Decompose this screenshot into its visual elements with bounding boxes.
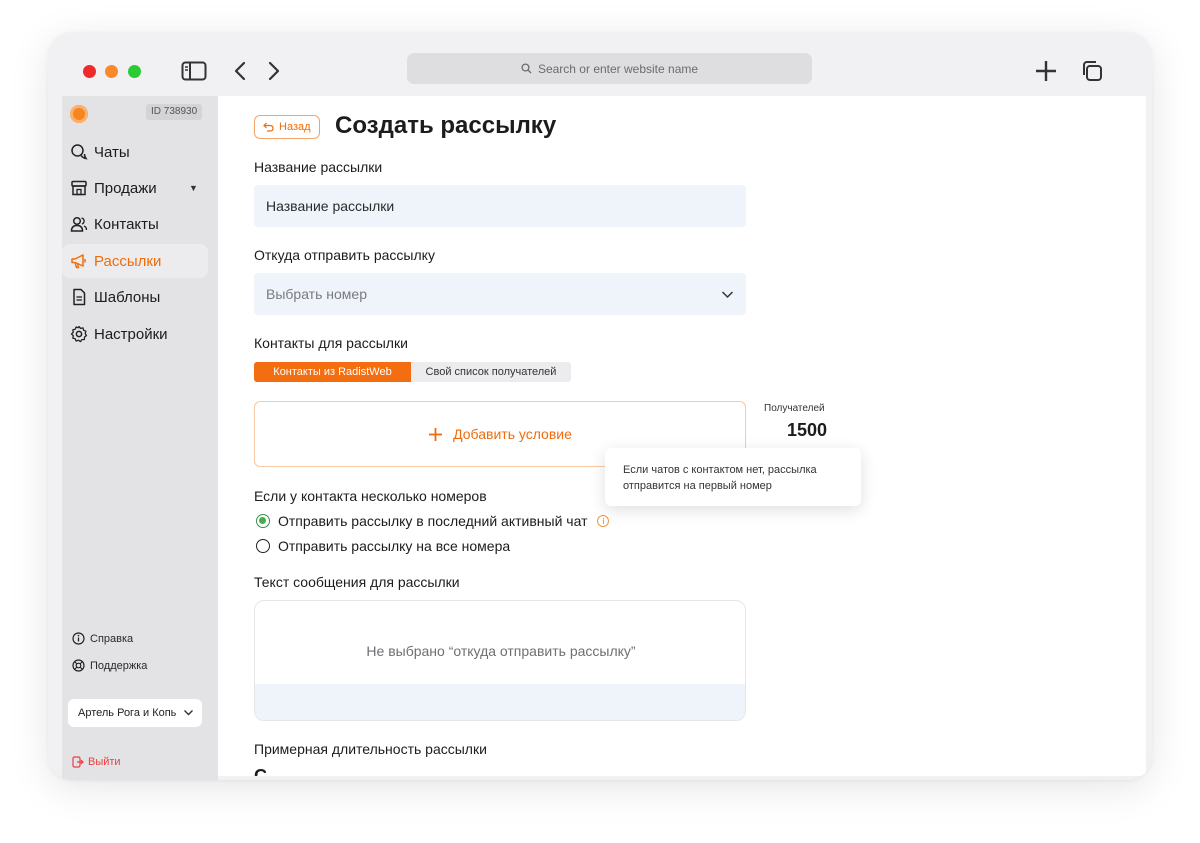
sidebar-item-label: Настройки <box>94 325 168 343</box>
sidebar-item-chats[interactable]: Чаты <box>62 135 208 169</box>
radio-last-label: Отправить рассылку в последний активный … <box>278 513 588 529</box>
company-select[interactable]: Артель Рога и Копыта <box>68 699 202 727</box>
radio-all-numbers[interactable]: Отправить рассылку на все номера <box>256 538 510 554</box>
sidebar-toggle-icon[interactable] <box>180 58 208 84</box>
megaphone-icon <box>71 254 86 269</box>
plus-icon <box>429 427 443 441</box>
contacts-label: Контакты для рассылки <box>254 335 408 351</box>
gear-icon <box>70 325 88 343</box>
sidebar-item-label: Рассылки <box>94 252 162 270</box>
lifebuoy-icon <box>72 659 85 672</box>
info-tooltip: Если чатов с контактом нет, рассылка отп… <box>605 448 861 506</box>
search-icon <box>521 63 532 74</box>
info-icon[interactable]: i <box>597 515 610 527</box>
caret-down-icon: ▼ <box>189 183 198 193</box>
support-link[interactable]: Поддержка <box>72 659 147 672</box>
chevron-down-icon <box>184 710 193 716</box>
sidebar-item-label: Продажи <box>94 179 157 197</box>
mailing-name-input[interactable]: Название рассылки <box>254 185 746 227</box>
message-text-area[interactable]: Не выбрано “откуда отправить рассылку” <box>254 600 746 721</box>
sidebar-item-label: Шаблоны <box>94 288 161 306</box>
logout-label: Выйти <box>88 756 121 768</box>
browser-window: Search or enter website name ID 738930 Ч… <box>48 32 1152 780</box>
chevron-down-icon <box>721 291 734 299</box>
main-content: Назад Создать рассылку Название рассылки… <box>218 96 1146 776</box>
send-from-placeholder: Выбрать номер <box>266 286 367 302</box>
duration-value: С <box>254 766 267 776</box>
mailing-name-value: Название рассылки <box>266 198 395 214</box>
return-arrow-icon <box>263 122 274 132</box>
back-label: Назад <box>279 121 311 133</box>
sidebar-item-sales[interactable]: Продажи ▼ <box>62 171 208 205</box>
browser-toolbar: Search or enter website name <box>48 32 1152 96</box>
sidebar-item-label: Чаты <box>94 143 130 161</box>
message-text-label: Текст сообщения для рассылки <box>254 574 460 590</box>
logout-icon <box>72 756 84 768</box>
radio-last-active-chat[interactable]: Отправить рассылку в последний активный … <box>256 513 610 529</box>
recipients-count: 1500 <box>787 420 828 440</box>
back-button[interactable]: Назад <box>254 115 320 139</box>
document-icon <box>73 288 86 306</box>
forward-arrow-icon[interactable] <box>260 58 288 84</box>
message-toolbar <box>255 684 745 720</box>
help-link[interactable]: Справка <box>72 632 133 645</box>
multiple-numbers-label: Если у контакта несколько номеров <box>254 488 487 504</box>
sidebar-item-templates[interactable]: Шаблоны <box>62 280 208 314</box>
support-label: Поддержка <box>90 659 148 672</box>
sidebar: ID 738930 Чаты Продажи ▼ Контакты Рассыл… <box>62 96 218 780</box>
app-logo-icon <box>70 105 88 123</box>
add-condition-label: Добавить условие <box>453 426 572 442</box>
minimize-window-button[interactable] <box>105 65 118 78</box>
sidebar-item-label: Контакты <box>94 215 159 233</box>
message-placeholder: Не выбрано “откуда отправить рассылку” <box>366 643 636 659</box>
sidebar-item-contacts[interactable]: Контакты <box>62 207 208 241</box>
tab-radistweb-contacts[interactable]: Контакты из RadistWeb <box>254 362 411 382</box>
sidebar-item-mailings[interactable]: Рассылки <box>62 244 208 278</box>
send-from-select[interactable]: Выбрать номер <box>254 273 746 315</box>
radio-unchecked-indicator[interactable] <box>256 539 270 553</box>
logout-button[interactable]: Выйти <box>72 756 121 768</box>
maximize-window-button[interactable] <box>128 65 141 78</box>
company-name: Артель Рога и Копыта <box>78 707 176 719</box>
sidebar-item-settings[interactable]: Настройки <box>62 317 208 351</box>
store-icon <box>71 180 87 196</box>
tabs-overview-icon[interactable] <box>1078 58 1106 84</box>
address-bar[interactable]: Search or enter website name <box>407 53 812 84</box>
info-circle-icon <box>72 632 85 645</box>
mailing-name-label: Название рассылки <box>254 159 383 175</box>
contacts-icon <box>70 216 88 232</box>
radio-checked-indicator[interactable] <box>256 514 270 528</box>
account-id-badge: ID 738930 <box>146 104 203 120</box>
tab-own-recipient-list[interactable]: Свой список получателей <box>411 362 571 382</box>
new-tab-plus-icon[interactable] <box>1032 58 1060 84</box>
chat-icon <box>71 144 88 160</box>
contacts-source-toggle: Контакты из RadistWeb Свой список получа… <box>254 362 571 382</box>
page-title: Создать рассылку <box>335 112 557 139</box>
address-placeholder: Search or enter website name <box>537 61 699 76</box>
duration-label: Примерная длительность рассылки <box>254 741 487 757</box>
close-window-button[interactable] <box>83 65 96 78</box>
radio-all-label: Отправить рассылку на все номера <box>278 538 511 554</box>
help-label: Справка <box>90 632 134 645</box>
send-from-label: Откуда отправить рассылку <box>254 247 435 263</box>
recipients-label: Получателей <box>764 403 825 414</box>
back-arrow-icon[interactable] <box>226 58 254 84</box>
